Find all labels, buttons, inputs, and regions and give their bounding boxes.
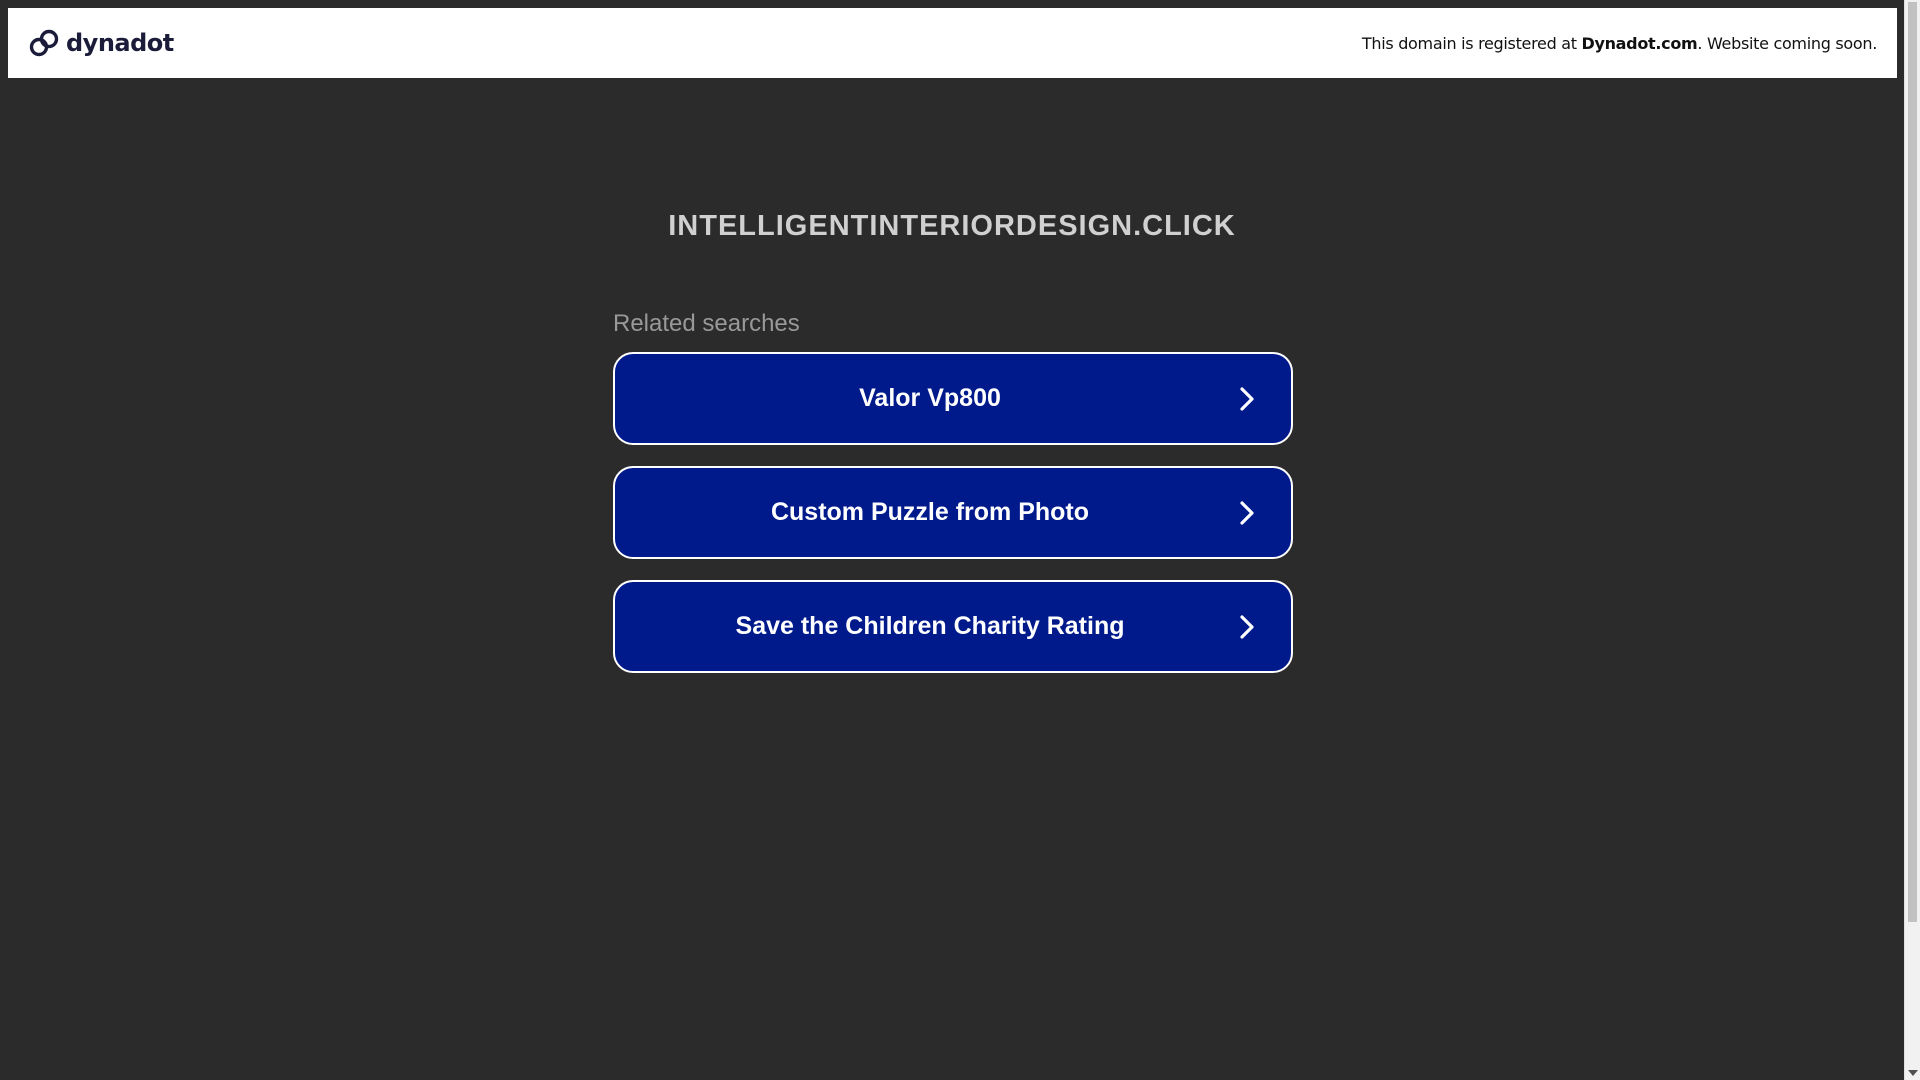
registration-note: This domain is registered at Dynadot.com… xyxy=(1362,34,1877,53)
note-prefix: This domain is registered at xyxy=(1361,33,1582,53)
domain-title: INTELLIGENTINTERIORDESIGN.CLICK xyxy=(668,210,1236,242)
related-search-button[interactable]: Valor Vp800 xyxy=(613,352,1293,445)
dynadot-logo-icon xyxy=(29,29,59,57)
dynadot-link[interactable]: Dynadot.com xyxy=(1581,34,1697,53)
top-banner: dynadot This domain is registered at Dyn… xyxy=(8,8,1897,78)
chevron-right-icon xyxy=(1240,500,1254,525)
scrollbar-thumb[interactable] xyxy=(1908,2,1917,922)
related-search-button[interactable]: Custom Puzzle from Photo xyxy=(613,466,1293,559)
related-search-label: Valor Vp800 xyxy=(859,384,1001,412)
related-search-button[interactable]: Save the Children Charity Rating xyxy=(613,580,1293,673)
scroll-down-arrow-icon[interactable] xyxy=(1908,1070,1918,1076)
related-searches-label: Related searches xyxy=(613,310,800,337)
related-search-label: Save the Children Charity Rating xyxy=(735,612,1125,640)
chevron-right-icon xyxy=(1240,386,1254,411)
chevron-right-icon xyxy=(1240,614,1254,639)
page-viewport: dynadot This domain is registered at Dyn… xyxy=(0,0,1904,1080)
vertical-scrollbar[interactable] xyxy=(1904,0,1920,1080)
logo-text: dynadot xyxy=(66,29,174,57)
note-suffix: . Website coming soon. xyxy=(1697,33,1877,53)
dynadot-logo[interactable]: dynadot xyxy=(28,27,174,59)
related-search-label: Custom Puzzle from Photo xyxy=(770,498,1090,526)
related-search-list: Valor Vp800 Custom Puzzle from Photo Sav… xyxy=(613,352,1293,694)
